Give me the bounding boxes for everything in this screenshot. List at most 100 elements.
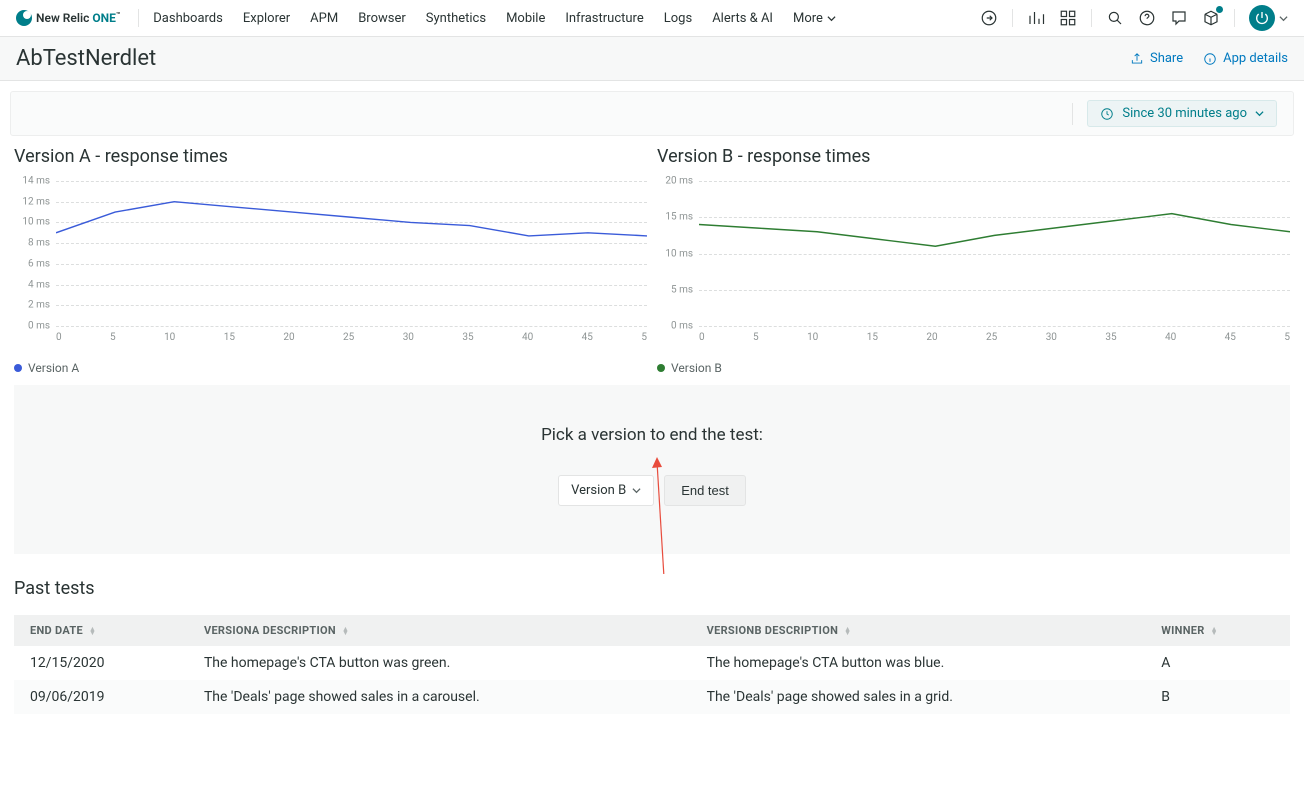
col-version-b-desc[interactable]: VERSIONB DESCRIPTION▲▼ bbox=[691, 615, 1146, 646]
annotation-arrow-icon bbox=[637, 454, 677, 574]
chart-title: Version A - response times bbox=[14, 146, 647, 167]
logo-icon bbox=[16, 10, 32, 26]
chart-title: Version B - response times bbox=[657, 146, 1290, 167]
y-tick: 0 ms bbox=[28, 321, 50, 332]
x-tick: 20 bbox=[926, 332, 937, 343]
top-nav: New Relic ONE™ Dashboards Explorer APM B… bbox=[0, 0, 1304, 37]
nav-mobile[interactable]: Mobile bbox=[506, 11, 545, 26]
logo[interactable]: New Relic ONE™ bbox=[16, 10, 120, 26]
col-end-date[interactable]: END DATE▲▼ bbox=[14, 615, 188, 646]
sort-icon: ▲▼ bbox=[1211, 627, 1218, 635]
notification-dot-icon bbox=[1216, 6, 1223, 13]
x-tick: 25 bbox=[986, 332, 997, 343]
x-axis: 0510152025303540455 bbox=[657, 332, 1290, 343]
chart-body: 0 ms2 ms4 ms6 ms8 ms10 ms12 ms14 ms bbox=[14, 181, 647, 326]
search-icon[interactable] bbox=[1106, 9, 1124, 27]
x-tick: 35 bbox=[462, 332, 473, 343]
data-line bbox=[699, 214, 1290, 247]
chart-version-b: Version B - response times 0 ms5 ms10 ms… bbox=[657, 146, 1290, 375]
past-tests-table: END DATE▲▼ VERSIONA DESCRIPTION▲▼ VERSIO… bbox=[14, 615, 1290, 714]
chart-version-a: Version A - response times 0 ms2 ms4 ms6… bbox=[14, 146, 647, 375]
chart-legend: Version B bbox=[657, 361, 1290, 375]
sort-icon: ▲▼ bbox=[342, 627, 349, 635]
page-title: AbTestNerdlet bbox=[16, 46, 156, 71]
x-tick: 10 bbox=[164, 332, 175, 343]
legend-dot-icon bbox=[14, 364, 22, 372]
separator bbox=[1091, 9, 1092, 27]
chevron-down-icon bbox=[632, 486, 641, 495]
subbar: Since 30 minutes ago bbox=[10, 91, 1294, 136]
nav-infrastructure[interactable]: Infrastructure bbox=[565, 11, 643, 26]
nav-more[interactable]: More bbox=[793, 11, 836, 26]
sort-icon: ▲▼ bbox=[89, 627, 96, 635]
past-tests-title: Past tests bbox=[14, 578, 1290, 599]
top-nav-right bbox=[980, 5, 1288, 31]
nav-synthetics[interactable]: Synthetics bbox=[426, 11, 486, 26]
gridline bbox=[699, 326, 1290, 327]
x-tick: 15 bbox=[224, 332, 235, 343]
x-tick: 45 bbox=[1225, 332, 1236, 343]
share-new-icon[interactable] bbox=[980, 9, 998, 27]
nav-alerts-ai[interactable]: Alerts & AI bbox=[712, 11, 773, 26]
nav-explorer[interactable]: Explorer bbox=[243, 11, 290, 26]
nav-items: Dashboards Explorer APM Browser Syntheti… bbox=[153, 11, 773, 26]
chevron-down-icon bbox=[827, 14, 836, 23]
y-tick: 0 ms bbox=[671, 321, 693, 332]
cell-end_date: 09/06/2019 bbox=[14, 680, 188, 714]
x-tick: 45 bbox=[582, 332, 593, 343]
user-menu[interactable] bbox=[1249, 5, 1288, 31]
nav-browser[interactable]: Browser bbox=[358, 11, 406, 26]
version-select[interactable]: Version B bbox=[558, 475, 654, 506]
y-tick: 10 ms bbox=[665, 248, 693, 259]
timepicker[interactable]: Since 30 minutes ago bbox=[1087, 100, 1277, 127]
x-tick: 5 bbox=[753, 332, 759, 343]
x-tick: 40 bbox=[1165, 332, 1176, 343]
apps-grid-icon[interactable] bbox=[1059, 9, 1077, 27]
x-tick: 5 bbox=[641, 332, 647, 343]
share-button[interactable]: Share bbox=[1130, 51, 1183, 66]
sort-icon: ▲▼ bbox=[844, 627, 851, 635]
x-tick: 0 bbox=[56, 332, 62, 343]
x-axis: 0510152025303540455 bbox=[14, 332, 647, 343]
legend-dot-icon bbox=[657, 364, 665, 372]
y-tick: 14 ms bbox=[22, 176, 50, 187]
data-line bbox=[56, 202, 647, 236]
x-tick: 5 bbox=[110, 332, 116, 343]
separator bbox=[1234, 9, 1235, 27]
chart-icon[interactable] bbox=[1027, 9, 1045, 27]
table-row[interactable]: 09/06/2019 The 'Deals' page showed sales … bbox=[14, 680, 1290, 714]
chevron-down-icon bbox=[1279, 14, 1288, 23]
cell-a: The homepage's CTA button was green. bbox=[188, 646, 691, 680]
gridline bbox=[56, 326, 647, 327]
logo-text: New Relic ONE™ bbox=[36, 11, 120, 25]
table-row[interactable]: 12/15/2020The homepage's CTA button was … bbox=[14, 646, 1290, 680]
y-tick: 12 ms bbox=[22, 196, 50, 207]
x-tick: 30 bbox=[1046, 332, 1057, 343]
nav-dashboards[interactable]: Dashboards bbox=[153, 11, 223, 26]
y-tick: 20 ms bbox=[665, 176, 693, 187]
separator bbox=[1012, 9, 1013, 27]
y-tick: 6 ms bbox=[28, 258, 50, 269]
app-details-button[interactable]: App details bbox=[1203, 51, 1288, 66]
chart-body: 0 ms5 ms10 ms15 ms20 ms bbox=[657, 181, 1290, 326]
cell-b: The homepage's CTA button was blue. bbox=[691, 646, 1146, 680]
help-icon[interactable] bbox=[1138, 9, 1156, 27]
end-test-button[interactable]: End test bbox=[664, 475, 746, 506]
x-tick: 0 bbox=[699, 332, 705, 343]
nav-apm[interactable]: APM bbox=[310, 11, 338, 26]
x-tick: 5 bbox=[1284, 332, 1290, 343]
cell-end_date: 12/15/2020 bbox=[14, 646, 188, 680]
cell-winner: A bbox=[1145, 646, 1290, 680]
feedback-icon[interactable] bbox=[1170, 9, 1188, 27]
share-icon bbox=[1130, 52, 1144, 66]
x-tick: 25 bbox=[343, 332, 354, 343]
x-tick: 40 bbox=[522, 332, 533, 343]
nav-logs[interactable]: Logs bbox=[664, 11, 692, 26]
col-winner[interactable]: WINNER▲▼ bbox=[1145, 615, 1290, 646]
cell-b: The 'Deals' page showed sales in a grid. bbox=[691, 680, 1146, 714]
charts-row: Version A - response times 0 ms2 ms4 ms6… bbox=[0, 146, 1304, 375]
separator bbox=[1072, 103, 1073, 125]
catalog-icon[interactable] bbox=[1202, 9, 1220, 27]
end-test-heading: Pick a version to end the test: bbox=[14, 425, 1290, 445]
col-version-a-desc[interactable]: VERSIONA DESCRIPTION▲▼ bbox=[188, 615, 691, 646]
